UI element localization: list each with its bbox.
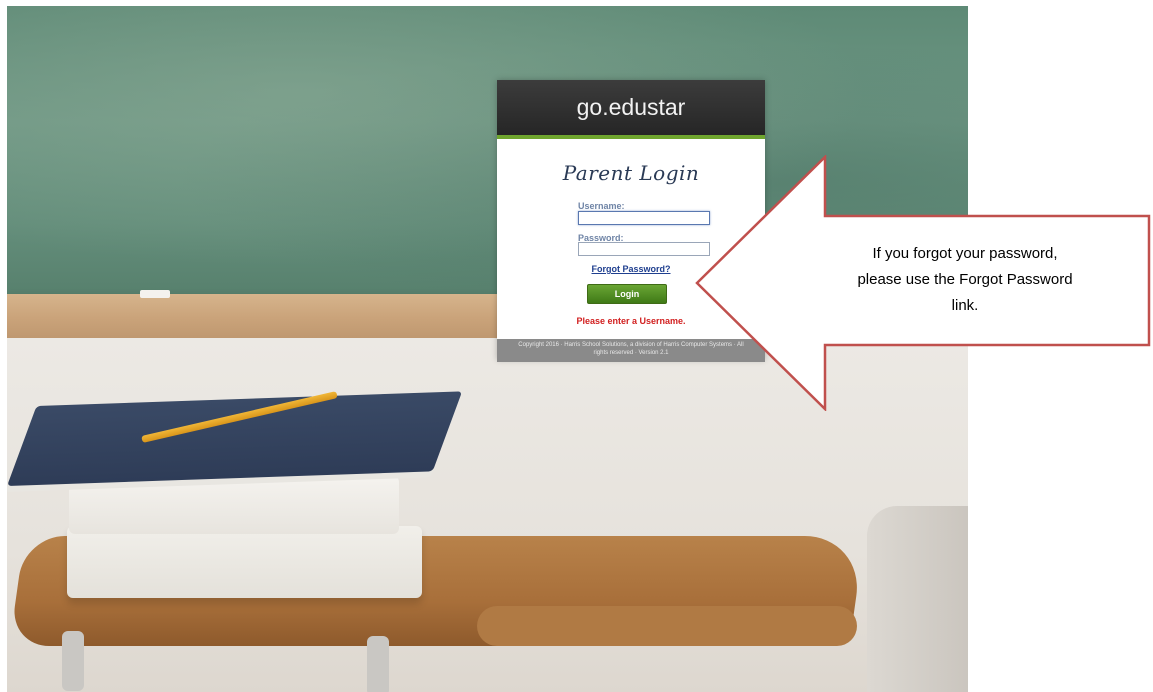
desk-leg	[62, 631, 84, 691]
chair-back	[867, 506, 968, 692]
username-label: Username:	[578, 201, 625, 211]
desk-arm	[477, 606, 857, 646]
callout-line-3: link.	[951, 297, 979, 314]
brand-header: go.edustar	[497, 80, 765, 139]
screenshot-stage: go.edustar Parent Login Username: Passwo…	[0, 0, 1153, 692]
callout-text: If you forgot your password, please use …	[820, 241, 1110, 319]
desk-leg	[367, 636, 389, 692]
password-input[interactable]	[578, 242, 710, 256]
chalk-piece	[140, 290, 170, 298]
book-bottom	[67, 526, 422, 598]
callout-line-1: If you forgot your password,	[872, 245, 1058, 262]
callout-line-2: please use the Forgot Password	[857, 271, 1073, 288]
book-middle	[69, 476, 399, 534]
notebook	[7, 391, 463, 486]
login-button[interactable]: Login	[587, 284, 667, 304]
username-input[interactable]	[578, 211, 710, 225]
brand-name: go.edustar	[576, 94, 686, 120]
